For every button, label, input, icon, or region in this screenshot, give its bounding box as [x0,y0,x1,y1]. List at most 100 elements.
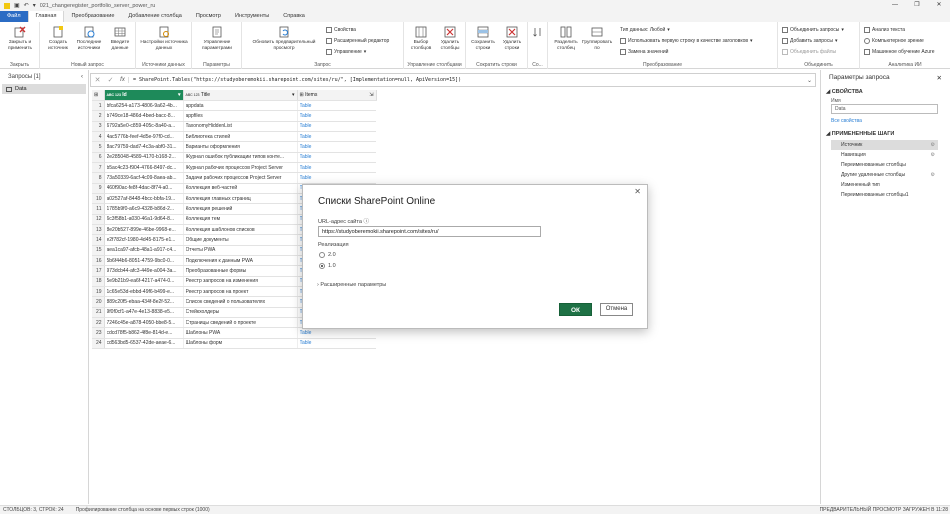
query-item-data[interactable]: Data [2,84,86,94]
cell-items[interactable]: Table [296,152,376,163]
formula-input[interactable]: = SharePoint.Tables("https://studyoberem… [129,77,461,83]
tab-tools[interactable]: Инструменты [228,11,276,22]
cell-items[interactable]: Table [296,327,376,339]
close-icon[interactable]: ✕ [937,74,942,82]
keep-rows-button[interactable]: Сохранить строки [469,26,497,51]
queries-title: Запросы [1] [8,74,41,80]
table-row[interactable]: 4 4ac5776b-feef-4d5e-97f0-cd... Библиотека… [92,131,376,143]
table-row[interactable]: 1 bfca6254-a173-4806-9a62-4b... appdata Tab… [92,100,376,112]
merge-queries-button[interactable]: Объединить запросы ▾ [782,27,844,33]
applied-step[interactable]: Переименованные столбцы1 [831,190,938,200]
manage-button[interactable]: Управление ▾ [326,49,366,55]
query-name-input[interactable]: Data [831,104,938,114]
combine-files-button[interactable]: Объединить файлы [782,49,836,55]
split-column-button[interactable]: Разделить столбец [551,26,581,51]
cell-items[interactable]: Table [296,172,376,184]
cell-items[interactable]: Table [296,121,376,132]
step-gear-icon[interactable]: ⚙ [931,142,935,148]
azure-ml-button[interactable]: Машинное обучение Azure [864,49,935,55]
save-icon[interactable]: ▣ [14,2,20,9]
replace-values-button[interactable]: Замена значений [620,49,668,55]
cancel-button[interactable]: Отмена [600,303,633,316]
maximize-button[interactable]: ❐ [906,0,928,11]
step-gear-icon[interactable]: ⚙ [931,152,935,158]
filter-dropdown-icon[interactable]: ▾ [292,92,295,98]
applied-steps-section[interactable]: ◢ ПРИМЕНЕННЫЕ ШАГИ [821,128,950,140]
table-row[interactable]: 8 73a50339-6acf-4c09-8aea-ab... Задачи раб… [92,172,376,184]
remove-rows-button[interactable]: Удалить строки [498,26,526,51]
remove-columns-button[interactable]: Удалить столбцы [436,26,464,51]
applied-step[interactable]: Навигация ⚙ [831,150,938,160]
table-row[interactable]: 2 b749ce18-486d-4bed-bacc-8... appfiles Tab… [92,110,376,122]
refresh-preview-button[interactable]: Обновить предварительный просмотр [244,26,324,51]
minimize-button[interactable]: — [884,0,906,11]
properties-button[interactable]: Свойства [326,27,356,33]
data-type-dropdown[interactable]: Тип данных: Любой ▾ [620,27,670,33]
table-row[interactable]: 23 cdcd78f5-b862-4f8e-814d-e... Шаблоны PW… [92,327,376,339]
data-source-settings-button[interactable]: Настройки источника данных [138,26,190,51]
keep-rows-icon [477,26,489,38]
tab-add-column[interactable]: Добавление столбца [121,11,188,22]
chevron-down-icon: ▾ [841,27,844,33]
undo-icon[interactable]: ↶ [24,2,29,9]
cancel-formula-icon[interactable]: ✕ [91,76,104,84]
column-header-title[interactable]: ABC 123 Title ▾ [183,90,298,101]
cell-title: appdata [182,100,297,112]
qa-dropdown-icon[interactable]: ▾ [33,2,36,9]
tab-transform[interactable]: Преобразование [64,11,121,22]
tab-home[interactable]: Главная [27,11,65,22]
enter-data-button[interactable]: Введите данные [106,26,134,51]
table-row[interactable]: 6 2e285048-4589-4170-b168-2... Журнал ошиб… [92,152,376,163]
applied-step[interactable]: Измененный тип [831,180,938,190]
manage-params-button[interactable]: Управление параметрами [194,26,240,51]
text-analytics-button[interactable]: Анализ текста [864,27,905,33]
url-input[interactable]: https://studyoberemokii.sharepoint.com/s… [318,226,541,237]
grid-corner[interactable]: ⊞ [92,90,105,101]
cell-items[interactable]: Table [296,141,376,153]
advanced-options-toggle[interactable]: › Расширенные параметры [317,282,386,288]
replace-icon [620,49,626,55]
collapse-icon[interactable]: ‹ [81,74,83,80]
group-by-button[interactable]: Группировать по [582,26,612,51]
first-row-headers-button[interactable]: Использовать первую строку в качестве за… [620,38,753,44]
sort-button[interactable] [531,26,545,40]
cell-items[interactable]: Table [296,162,376,174]
applied-step[interactable]: Другие удаленные столбцы ⚙ [831,170,938,180]
cell-items[interactable]: Table [296,100,376,112]
expand-column-icon[interactable]: ⇲ [369,92,373,98]
step-gear-icon[interactable]: ⚙ [931,172,935,178]
tab-help[interactable]: Справка [276,11,312,22]
close-apply-button[interactable]: Закрыть и применить [2,26,38,51]
recent-sources-button[interactable]: Последние источники [74,26,104,51]
cell-items[interactable]: Table [296,131,376,143]
confirm-formula-icon[interactable]: ✓ [104,76,117,84]
all-properties-link[interactable]: Все свойства [821,114,950,128]
radio-impl-10[interactable]: 1.0 [319,263,336,269]
close-window-button[interactable]: ✕ [928,0,950,11]
table-row[interactable]: 24 cd563bd5-6537-42de-aeae-6... Шаблоны фо… [92,338,376,350]
filter-dropdown-icon[interactable]: ▾ [178,92,181,98]
cell-items[interactable]: Table [296,110,376,122]
applied-step[interactable]: Переименованные столбцы [831,160,938,170]
dialog-close-icon[interactable]: ✕ [634,187,641,196]
tab-view[interactable]: Просмотр [189,11,228,22]
vision-button[interactable]: Компьютерное зрение [864,38,924,44]
choose-columns-button[interactable]: Выбор столбцов [407,26,435,51]
table-row[interactable]: 5 8ac79759-dad7-4c3a-abf0-31... Варианты о… [92,141,376,153]
properties-section[interactable]: ◢ СВОЙСТВА [821,86,950,98]
tab-file[interactable]: Файл [0,11,28,22]
ok-button[interactable]: ОК [559,303,592,316]
table-row[interactable]: 7 b5ac4c23-f904-4766-8497-dc... Журнал раб… [92,162,376,174]
formula-bar: ✕ ✓ fx = SharePoint.Tables("https://stud… [90,73,816,87]
new-source-button[interactable]: Создать источник [44,26,72,51]
append-queries-button[interactable]: Добавить запросы ▾ [782,38,837,44]
column-header-items[interactable]: ⊞ Items ⇲ [297,90,377,101]
expand-formula-icon[interactable]: ⌄ [807,77,812,84]
cell-items[interactable]: Table [296,338,376,350]
cell-id: 8ac79759-dad7-4c3a-abf0-31... [104,141,183,153]
applied-step[interactable]: Источник ⚙ [831,140,938,150]
radio-impl-20[interactable]: 2.0 [319,252,336,258]
column-header-id[interactable]: ABC 123 Id ▾ [104,90,184,101]
table-row[interactable]: 3 6792a5e0-c859-405c-8a40-a... TaxonomyHid… [92,121,376,132]
advanced-editor-button[interactable]: Расширенный редактор [326,38,389,44]
